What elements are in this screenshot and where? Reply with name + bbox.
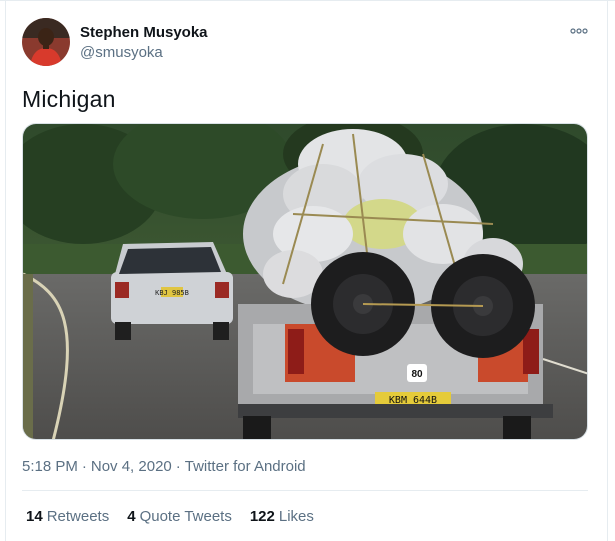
author-handle[interactable]: @smusyoka xyxy=(80,44,163,61)
author-display-name[interactable]: Stephen Musyoka xyxy=(80,24,208,41)
meta-separator: · xyxy=(81,458,87,475)
meta-separator: · xyxy=(175,458,181,475)
quote-tweets-stat[interactable]: 4 Quote Tweets xyxy=(127,508,232,525)
retweets-label: Retweets xyxy=(46,508,110,525)
quote-tweets-label: Quote Tweets xyxy=(139,508,232,525)
avatar[interactable] xyxy=(22,18,70,66)
tweet-photo[interactable]: KBJ 985B 80 KBM 644B xyxy=(22,123,588,440)
photo-pickup-truck-loaded: KBJ 985B 80 KBM 644B xyxy=(23,124,587,439)
divider xyxy=(22,490,588,491)
likes-label: Likes xyxy=(278,508,314,525)
avatar-image xyxy=(22,18,70,66)
engagement-stats: 14 Retweets 4 Quote Tweets 122 Likes xyxy=(26,508,314,525)
retweets-stat[interactable]: 14 Retweets xyxy=(26,508,109,525)
tweet-time[interactable]: 5:18 PM xyxy=(22,458,78,475)
tweet-meta: 5:18 PM · Nov 4, 2020 · Twitter for Andr… xyxy=(22,458,306,475)
retweets-count: 14 xyxy=(26,508,43,525)
frame-border-right xyxy=(607,0,608,541)
frame-border-left xyxy=(5,0,6,541)
tweet-text: Michigan xyxy=(22,86,116,112)
likes-count: 122 xyxy=(249,508,275,525)
likes-stat[interactable]: 122 Likes xyxy=(250,508,314,525)
car-license-plate: KBJ 985B xyxy=(155,289,189,297)
quote-tweets-count: 4 xyxy=(127,508,136,525)
speed-sticker: 80 xyxy=(411,369,423,380)
tweet-source[interactable]: Twitter for Android xyxy=(185,458,306,475)
ellipsis-icon xyxy=(570,28,588,34)
tweet-date[interactable]: Nov 4, 2020 xyxy=(91,458,172,475)
frame-border-top xyxy=(0,0,615,1)
more-options-button[interactable] xyxy=(568,24,590,38)
